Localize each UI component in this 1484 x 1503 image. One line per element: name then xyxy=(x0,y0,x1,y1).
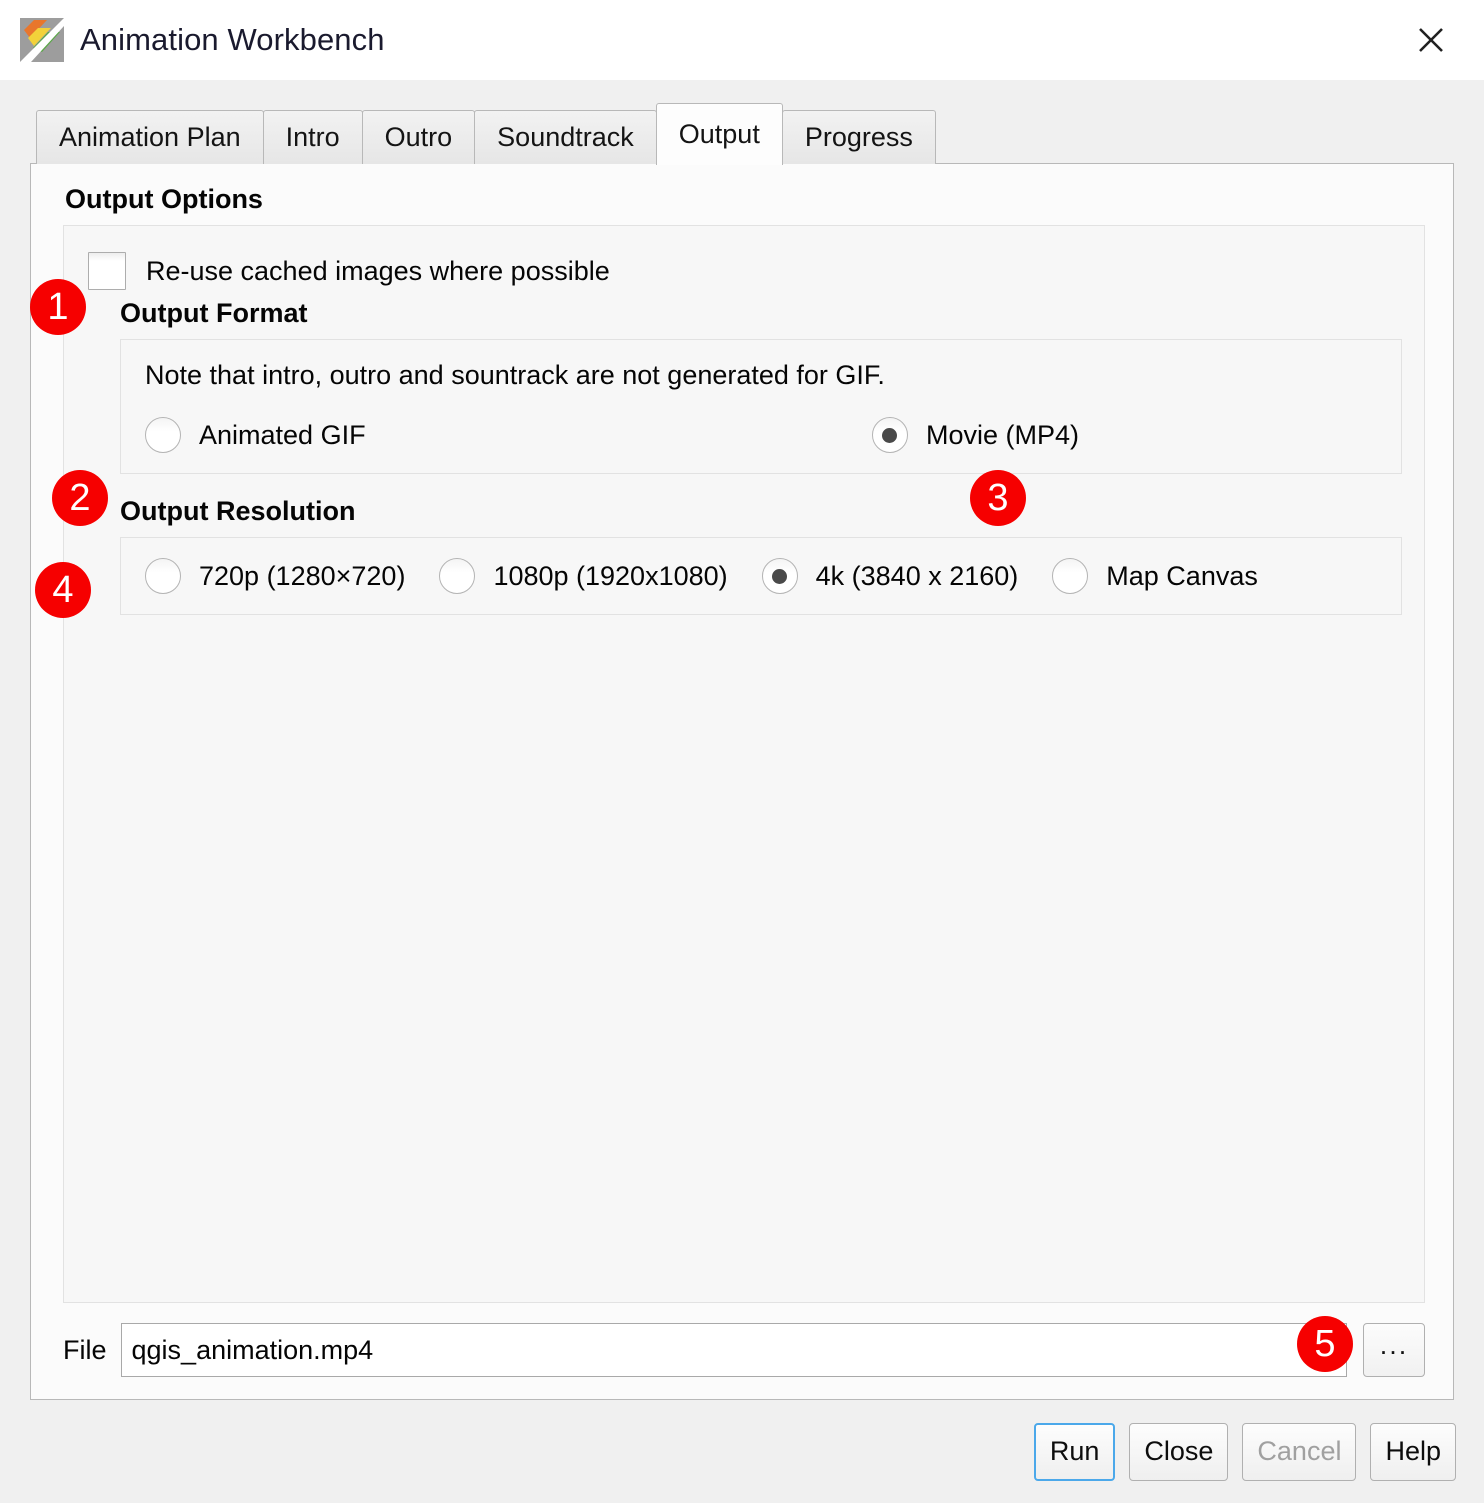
movie-mp4-row[interactable]: Movie (MP4) xyxy=(871,417,1079,453)
reuse-cached-images-checkbox[interactable] xyxy=(88,252,126,290)
window-title: Animation Workbench xyxy=(80,22,385,57)
tab-progress[interactable]: Progress xyxy=(781,110,936,164)
output-options-heading: Output Options xyxy=(65,184,263,214)
resolution-4k-row[interactable]: 4k (3840 x 2160) xyxy=(761,558,1019,594)
tab-soundtrack[interactable]: Soundtrack xyxy=(474,110,657,164)
animation-workbench-dialog: Animation Workbench Animation Plan Intro… xyxy=(0,0,1484,1503)
output-resolution-heading: Output Resolution xyxy=(120,496,356,526)
resolution-4k-radio[interactable] xyxy=(761,558,798,594)
close-icon[interactable] xyxy=(1404,13,1458,67)
file-row: File qgis_animation.mp4 ... xyxy=(63,1323,1425,1377)
output-format-group: Note that intro, outro and sountrack are… xyxy=(120,339,1402,474)
output-resolution-group: 720p (1280×720) 1080p (1920x1080) 4k (38… xyxy=(120,537,1402,615)
movie-mp4-radio[interactable] xyxy=(871,417,908,453)
output-format-options: Animated GIF Movie (MP4) xyxy=(145,417,1377,453)
close-button[interactable]: Close xyxy=(1129,1422,1229,1481)
resolution-720p-row[interactable]: 720p (1280×720) xyxy=(145,558,405,594)
tab-output[interactable]: Output xyxy=(655,103,783,165)
title-bar: Animation Workbench xyxy=(0,0,1484,80)
reuse-cached-images-row[interactable]: Re-use cached images where possible xyxy=(88,248,1402,294)
output-options-group: Re-use cached images where possible Outp… xyxy=(63,225,1425,1303)
animated-gif-row[interactable]: Animated GIF xyxy=(145,417,366,453)
file-path-input[interactable]: qgis_animation.mp4 xyxy=(120,1323,1347,1377)
output-options-filler xyxy=(88,615,1402,1282)
dialog-body: Animation Plan Intro Outro Soundtrack Ou… xyxy=(0,80,1484,1400)
resolution-1080p-radio[interactable] xyxy=(439,558,476,594)
dialog-button-bar: Run Close Cancel Help xyxy=(0,1400,1484,1503)
resolution-4k-label: 4k (3840 x 2160) xyxy=(815,560,1019,591)
file-browse-button[interactable]: ... xyxy=(1363,1323,1425,1377)
qgis-animation-workbench-logo-icon xyxy=(20,18,64,62)
output-format-heading: Output Format xyxy=(120,298,308,328)
tab-bar: Animation Plan Intro Outro Soundtrack Ou… xyxy=(36,102,1454,165)
tab-intro[interactable]: Intro xyxy=(262,110,363,164)
tab-outro[interactable]: Outro xyxy=(361,110,476,164)
output-format-note: Note that intro, outro and sountrack are… xyxy=(145,360,885,390)
tab-animation-plan[interactable]: Animation Plan xyxy=(36,110,264,164)
resolution-1080p-label: 1080p (1920x1080) xyxy=(493,560,728,591)
resolution-map-canvas-radio[interactable] xyxy=(1052,558,1089,594)
output-resolution-options: 720p (1280×720) 1080p (1920x1080) 4k (38… xyxy=(145,558,1377,594)
output-tab-panel: Output Options Re-use cached images wher… xyxy=(30,163,1454,1400)
file-label: File xyxy=(63,1334,107,1365)
animated-gif-radio[interactable] xyxy=(145,417,181,453)
help-button[interactable]: Help xyxy=(1370,1422,1456,1481)
run-button[interactable]: Run xyxy=(1033,1422,1116,1481)
resolution-1080p-row[interactable]: 1080p (1920x1080) xyxy=(439,558,728,594)
resolution-720p-label: 720p (1280×720) xyxy=(199,560,406,591)
animated-gif-label: Animated GIF xyxy=(199,419,366,450)
resolution-map-canvas-row[interactable]: Map Canvas xyxy=(1052,558,1258,594)
resolution-map-canvas-label: Map Canvas xyxy=(1106,560,1258,591)
movie-mp4-label: Movie (MP4) xyxy=(925,419,1079,450)
cancel-button: Cancel xyxy=(1242,1422,1357,1481)
resolution-720p-radio[interactable] xyxy=(145,558,181,594)
reuse-cached-images-label: Re-use cached images where possible xyxy=(146,255,610,286)
